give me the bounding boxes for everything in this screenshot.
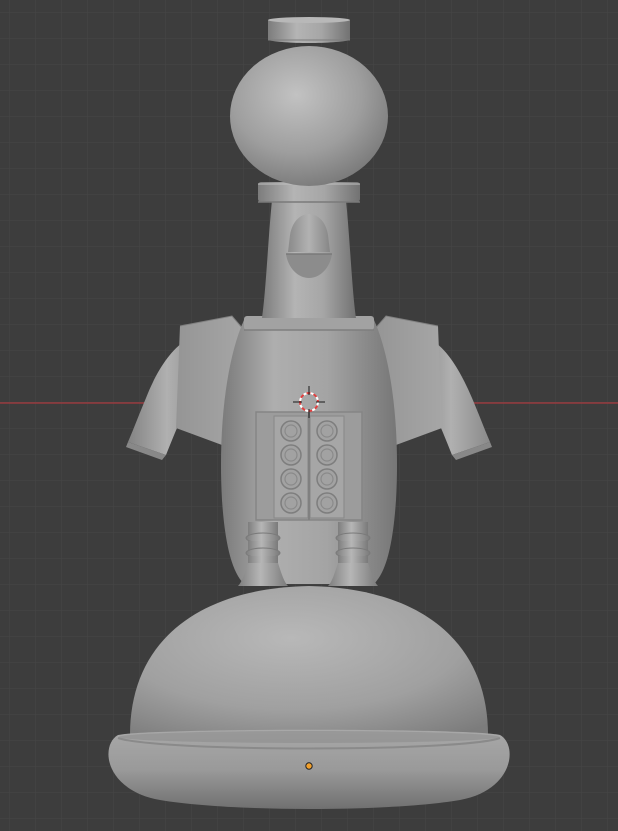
head-sphere	[230, 46, 388, 186]
neck-collar	[244, 316, 374, 331]
chest-button	[280, 420, 302, 442]
chest-button	[316, 420, 338, 442]
chest-panel	[255, 411, 363, 521]
chest-button	[280, 492, 302, 514]
head-top-cap	[268, 17, 350, 43]
object-origin-icon[interactable]	[305, 762, 313, 770]
chest-button	[316, 468, 338, 490]
chest-button	[280, 444, 302, 466]
chest-button	[316, 444, 338, 466]
3d-viewport[interactable]	[0, 0, 618, 831]
viewport-canvas[interactable]	[0, 0, 618, 831]
chest-button	[316, 492, 338, 514]
chest-button	[280, 468, 302, 490]
